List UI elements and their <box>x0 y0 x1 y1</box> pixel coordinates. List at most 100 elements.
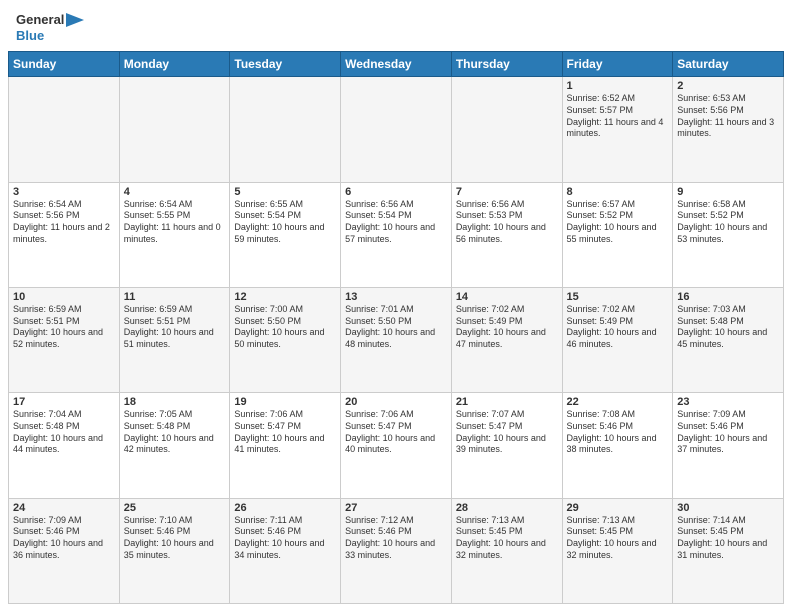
day-number: 8 <box>567 186 669 198</box>
calendar-cell: 27Sunrise: 7:12 AMSunset: 5:46 PMDayligh… <box>341 498 452 603</box>
calendar-week-3: 10Sunrise: 6:59 AMSunset: 5:51 PMDayligh… <box>9 287 784 392</box>
day-info-line: Sunrise: 6:54 AM <box>13 199 115 211</box>
day-number: 26 <box>234 502 336 514</box>
calendar-cell: 12Sunrise: 7:00 AMSunset: 5:50 PMDayligh… <box>230 287 341 392</box>
day-info-line: Sunset: 5:53 PM <box>456 210 558 222</box>
calendar-week-2: 3Sunrise: 6:54 AMSunset: 5:56 PMDaylight… <box>9 182 784 287</box>
calendar-cell: 5Sunrise: 6:55 AMSunset: 5:54 PMDaylight… <box>230 182 341 287</box>
calendar-cell <box>341 77 452 182</box>
day-info-line: Sunrise: 6:59 AM <box>13 304 115 316</box>
day-number: 30 <box>677 502 779 514</box>
day-info-line: Sunset: 5:54 PM <box>345 210 447 222</box>
day-info-line: Daylight: 10 hours and 51 minutes. <box>124 327 226 350</box>
day-info-line: Sunrise: 7:10 AM <box>124 515 226 527</box>
page: General Blue SundayMondayTuesdayWednesda… <box>0 0 792 612</box>
day-info-line: Sunrise: 6:56 AM <box>345 199 447 211</box>
day-info-line: Sunset: 5:48 PM <box>677 316 779 328</box>
day-number: 24 <box>13 502 115 514</box>
day-number: 21 <box>456 396 558 408</box>
day-number: 19 <box>234 396 336 408</box>
day-info-line: Sunset: 5:57 PM <box>567 105 669 117</box>
day-info-line: Sunset: 5:51 PM <box>13 316 115 328</box>
day-info-line: Daylight: 10 hours and 36 minutes. <box>13 538 115 561</box>
calendar-cell: 22Sunrise: 7:08 AMSunset: 5:46 PMDayligh… <box>562 393 673 498</box>
calendar-cell: 30Sunrise: 7:14 AMSunset: 5:45 PMDayligh… <box>673 498 784 603</box>
calendar-week-1: 1Sunrise: 6:52 AMSunset: 5:57 PMDaylight… <box>9 77 784 182</box>
calendar-cell: 26Sunrise: 7:11 AMSunset: 5:46 PMDayligh… <box>230 498 341 603</box>
logo-blue-text: Blue <box>16 28 84 44</box>
day-info-line: Sunrise: 6:58 AM <box>677 199 779 211</box>
day-info-line: Sunset: 5:45 PM <box>456 526 558 538</box>
day-info-line: Sunset: 5:51 PM <box>124 316 226 328</box>
logo-general-text: General <box>16 12 64 28</box>
day-info-line: Sunrise: 7:08 AM <box>567 409 669 421</box>
day-info-line: Daylight: 10 hours and 32 minutes. <box>567 538 669 561</box>
day-number: 28 <box>456 502 558 514</box>
day-number: 16 <box>677 291 779 303</box>
day-info-line: Sunrise: 7:13 AM <box>567 515 669 527</box>
day-number: 23 <box>677 396 779 408</box>
day-info-line: Sunrise: 6:53 AM <box>677 93 779 105</box>
day-number: 3 <box>13 186 115 198</box>
day-number: 13 <box>345 291 447 303</box>
calendar-cell: 15Sunrise: 7:02 AMSunset: 5:49 PMDayligh… <box>562 287 673 392</box>
day-number: 2 <box>677 80 779 92</box>
day-info-line: Daylight: 10 hours and 44 minutes. <box>13 433 115 456</box>
calendar-cell: 11Sunrise: 6:59 AMSunset: 5:51 PMDayligh… <box>119 287 230 392</box>
weekday-header-row: SundayMondayTuesdayWednesdayThursdayFrid… <box>9 52 784 77</box>
day-number: 29 <box>567 502 669 514</box>
day-info-line: Sunrise: 7:03 AM <box>677 304 779 316</box>
weekday-header-thursday: Thursday <box>451 52 562 77</box>
calendar-cell: 19Sunrise: 7:06 AMSunset: 5:47 PMDayligh… <box>230 393 341 498</box>
day-info-line: Sunset: 5:49 PM <box>567 316 669 328</box>
day-info-line: Sunset: 5:45 PM <box>677 526 779 538</box>
calendar-cell: 18Sunrise: 7:05 AMSunset: 5:48 PMDayligh… <box>119 393 230 498</box>
day-info-line: Daylight: 11 hours and 2 minutes. <box>13 222 115 245</box>
day-info-line: Daylight: 10 hours and 55 minutes. <box>567 222 669 245</box>
day-info-line: Daylight: 10 hours and 38 minutes. <box>567 433 669 456</box>
day-info-line: Sunset: 5:47 PM <box>456 421 558 433</box>
calendar-cell: 8Sunrise: 6:57 AMSunset: 5:52 PMDaylight… <box>562 182 673 287</box>
calendar-cell: 10Sunrise: 6:59 AMSunset: 5:51 PMDayligh… <box>9 287 120 392</box>
header: General Blue <box>0 0 792 51</box>
day-info-line: Daylight: 11 hours and 0 minutes. <box>124 222 226 245</box>
calendar-week-5: 24Sunrise: 7:09 AMSunset: 5:46 PMDayligh… <box>9 498 784 603</box>
calendar-cell: 1Sunrise: 6:52 AMSunset: 5:57 PMDaylight… <box>562 77 673 182</box>
day-info-line: Sunrise: 6:55 AM <box>234 199 336 211</box>
day-number: 20 <box>345 396 447 408</box>
calendar-cell: 13Sunrise: 7:01 AMSunset: 5:50 PMDayligh… <box>341 287 452 392</box>
weekday-header-sunday: Sunday <box>9 52 120 77</box>
day-info-line: Sunrise: 6:56 AM <box>456 199 558 211</box>
day-info-line: Daylight: 10 hours and 34 minutes. <box>234 538 336 561</box>
weekday-header-friday: Friday <box>562 52 673 77</box>
calendar-cell: 23Sunrise: 7:09 AMSunset: 5:46 PMDayligh… <box>673 393 784 498</box>
day-info-line: Sunset: 5:46 PM <box>124 526 226 538</box>
day-info-line: Daylight: 10 hours and 42 minutes. <box>124 433 226 456</box>
weekday-header-saturday: Saturday <box>673 52 784 77</box>
day-info-line: Daylight: 11 hours and 3 minutes. <box>677 117 779 140</box>
day-info-line: Daylight: 10 hours and 52 minutes. <box>13 327 115 350</box>
day-number: 27 <box>345 502 447 514</box>
day-info-line: Sunset: 5:48 PM <box>13 421 115 433</box>
calendar-cell: 24Sunrise: 7:09 AMSunset: 5:46 PMDayligh… <box>9 498 120 603</box>
day-info-line: Sunrise: 7:02 AM <box>567 304 669 316</box>
calendar-cell: 14Sunrise: 7:02 AMSunset: 5:49 PMDayligh… <box>451 287 562 392</box>
calendar-cell: 28Sunrise: 7:13 AMSunset: 5:45 PMDayligh… <box>451 498 562 603</box>
day-info-line: Daylight: 10 hours and 35 minutes. <box>124 538 226 561</box>
day-info-line: Sunrise: 7:11 AM <box>234 515 336 527</box>
day-number: 22 <box>567 396 669 408</box>
day-info-line: Daylight: 10 hours and 48 minutes. <box>345 327 447 350</box>
calendar-cell: 6Sunrise: 6:56 AMSunset: 5:54 PMDaylight… <box>341 182 452 287</box>
day-info-line: Sunrise: 7:01 AM <box>345 304 447 316</box>
day-info-line: Sunrise: 7:14 AM <box>677 515 779 527</box>
day-number: 11 <box>124 291 226 303</box>
day-info-line: Sunset: 5:46 PM <box>234 526 336 538</box>
day-number: 7 <box>456 186 558 198</box>
day-info-line: Daylight: 11 hours and 4 minutes. <box>567 117 669 140</box>
day-info-line: Sunset: 5:52 PM <box>567 210 669 222</box>
day-info-line: Sunrise: 7:09 AM <box>677 409 779 421</box>
day-number: 14 <box>456 291 558 303</box>
day-info-line: Daylight: 10 hours and 37 minutes. <box>677 433 779 456</box>
day-number: 15 <box>567 291 669 303</box>
day-info-line: Daylight: 10 hours and 56 minutes. <box>456 222 558 245</box>
